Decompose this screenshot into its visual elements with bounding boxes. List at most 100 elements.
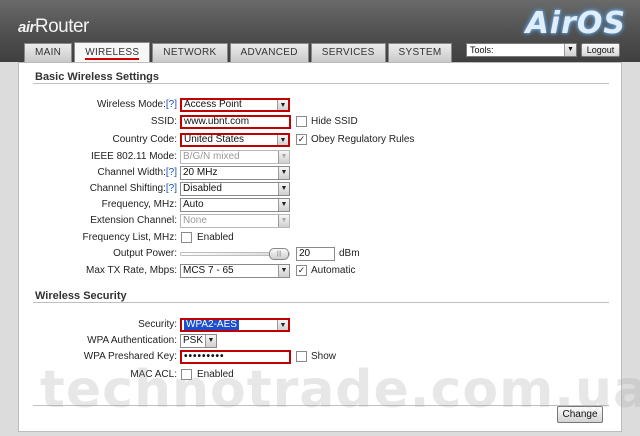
- chevron-down-icon[interactable]: ▼: [277, 135, 288, 145]
- ieee-mode-select[interactable]: B/G/N mixed ▼: [180, 150, 290, 164]
- max-tx-rate-select[interactable]: MCS 7 - 65 ▼: [180, 264, 290, 278]
- row-country-code: Country Code: United States ▼ ✓ Obey Reg…: [19, 133, 623, 147]
- frequency-list-label: Frequency List, MHz:: [82, 232, 177, 243]
- tab-wireless[interactable]: WIRELESS: [74, 42, 151, 62]
- extension-channel-select[interactable]: None ▼: [180, 214, 290, 228]
- obey-regulatory-label: Obey Regulatory Rules: [311, 134, 415, 145]
- tab-label: ADVANCED: [240, 47, 298, 58]
- tab-network[interactable]: NETWORK: [152, 43, 228, 62]
- chevron-down-icon[interactable]: ▼: [278, 151, 289, 163]
- airos-logo: AirOS: [525, 6, 626, 41]
- row-channel-shifting: Channel Shifting:[?] Disabled ▼: [19, 182, 623, 196]
- select-value: Disabled: [183, 183, 222, 194]
- section-divider: [33, 405, 609, 406]
- tab-system[interactable]: SYSTEM: [387, 43, 453, 62]
- logout-button[interactable]: Logout: [581, 43, 620, 57]
- tab-label: WIRELESS: [85, 47, 140, 60]
- header-bar: airRouter AirOS MAIN WIRELESS NETWORK AD…: [0, 0, 640, 62]
- output-power-input[interactable]: 20: [296, 247, 335, 261]
- row-wpa-auth: WPA Authentication: PSK ▼: [19, 334, 623, 348]
- select-value: 20 MHz: [183, 167, 218, 178]
- output-power-unit: dBm: [339, 248, 360, 259]
- tab-advanced[interactable]: ADVANCED: [229, 43, 309, 62]
- row-wpa-psk: WPA Preshared Key: ••••••••• Show: [19, 350, 623, 364]
- frequency-list-checkbox[interactable]: [181, 232, 192, 243]
- row-mac-acl: MAC ACL: Enabled: [19, 368, 623, 382]
- row-ssid: SSID: www.ubnt.com Hide SSID: [19, 115, 623, 129]
- obey-regulatory-checkbox[interactable]: ✓: [296, 134, 307, 145]
- chevron-down-icon[interactable]: ▼: [277, 320, 288, 330]
- help-link[interactable]: [?]: [166, 99, 177, 110]
- help-link[interactable]: [?]: [166, 183, 177, 194]
- channel-shifting-select[interactable]: Disabled ▼: [180, 182, 290, 196]
- tab-label: SERVICES: [321, 47, 375, 58]
- frequency-label: Frequency, MHz:: [101, 199, 177, 210]
- hide-ssid-label: Hide SSID: [311, 116, 358, 127]
- row-output-power: Output Power: ||| 20 dBm: [19, 247, 623, 261]
- tab-bar: MAIN WIRELESS NETWORK ADVANCED SERVICES …: [24, 42, 454, 62]
- automatic-checkbox[interactable]: ✓: [296, 265, 307, 276]
- channel-shifting-label: Channel Shifting:[?]: [90, 182, 177, 196]
- wpa-auth-label: WPA Authentication:: [87, 335, 177, 346]
- row-extension-channel: Extension Channel: None ▼: [19, 214, 623, 228]
- tab-label: SYSTEM: [398, 47, 442, 58]
- wireless-mode-label: Wireless Mode:[?]: [97, 98, 177, 112]
- tab-services[interactable]: SERVICES: [310, 43, 386, 62]
- tab-label: MAIN: [35, 47, 62, 58]
- show-key-checkbox[interactable]: [296, 351, 307, 362]
- row-channel-width: Channel Width:[?] 20 MHz ▼: [19, 166, 623, 180]
- mac-acl-checkbox[interactable]: [181, 369, 192, 380]
- show-key-label: Show: [311, 351, 337, 362]
- wireless-mode-select[interactable]: Access Point ▼: [180, 98, 290, 112]
- security-select[interactable]: WPA2-AES ▼: [180, 318, 290, 332]
- hide-ssid-checkbox[interactable]: [296, 116, 307, 127]
- row-wireless-mode: Wireless Mode:[?] Access Point ▼: [19, 98, 623, 112]
- chevron-down-icon[interactable]: ▼: [278, 199, 289, 211]
- wpa-psk-input[interactable]: •••••••••: [180, 350, 291, 364]
- help-link[interactable]: [?]: [166, 167, 177, 178]
- tab-label: NETWORK: [163, 47, 217, 58]
- label-text: Channel Shifting:: [89, 183, 166, 194]
- slider-handle[interactable]: |||: [269, 248, 289, 260]
- ssid-label: SSID:: [150, 116, 177, 127]
- security-label: Security:: [138, 319, 177, 330]
- chevron-down-icon[interactable]: ▼: [278, 265, 289, 277]
- row-frequency-list: Frequency List, MHz: Enabled: [19, 231, 623, 245]
- mac-acl-label: MAC ACL:: [130, 369, 177, 380]
- country-code-label: Country Code:: [112, 134, 177, 145]
- wpa-auth-select[interactable]: PSK ▼: [180, 334, 217, 348]
- channel-width-select[interactable]: 20 MHz ▼: [180, 166, 290, 180]
- ssid-input[interactable]: www.ubnt.com: [180, 115, 291, 129]
- chevron-down-icon[interactable]: ▼: [278, 215, 289, 227]
- country-code-select[interactable]: United States ▼: [180, 133, 290, 147]
- chevron-down-icon[interactable]: ▼: [278, 183, 289, 195]
- ieee-mode-label: IEEE 802.11 Mode:: [91, 151, 177, 162]
- select-value: WPA2-AES: [184, 319, 239, 330]
- row-max-tx-rate: Max TX Rate, Mbps: MCS 7 - 65 ▼ ✓ Automa…: [19, 264, 623, 278]
- tools-value: Tools:: [470, 45, 494, 55]
- select-value: MCS 7 - 65: [183, 265, 234, 276]
- automatic-label: Automatic: [311, 265, 356, 276]
- chevron-down-icon[interactable]: ▼: [564, 44, 576, 56]
- select-value: PSK: [183, 335, 204, 346]
- chevron-down-icon[interactable]: ▼: [205, 335, 216, 347]
- brand-suffix: Router: [34, 16, 90, 37]
- output-power-label: Output Power:: [113, 248, 177, 259]
- label-text: Channel Width:: [97, 167, 166, 178]
- frequency-select[interactable]: Auto ▼: [180, 198, 290, 212]
- wpa-psk-label: WPA Preshared Key:: [83, 351, 177, 362]
- frequency-list-enabled-label: Enabled: [197, 232, 234, 243]
- output-power-slider[interactable]: |||: [180, 248, 290, 260]
- tab-main[interactable]: MAIN: [24, 43, 73, 62]
- tools-select[interactable]: Tools: ▼: [466, 43, 577, 57]
- change-button[interactable]: Change: [557, 406, 603, 423]
- select-value: Access Point: [184, 99, 242, 110]
- max-tx-rate-label: Max TX Rate, Mbps:: [86, 265, 177, 276]
- select-value: United States: [184, 134, 245, 145]
- channel-width-label: Channel Width:[?]: [98, 166, 178, 180]
- brand-logo: airRouter: [18, 16, 89, 38]
- extension-channel-label: Extension Channel:: [90, 215, 177, 226]
- chevron-down-icon[interactable]: ▼: [277, 100, 288, 110]
- chevron-down-icon[interactable]: ▼: [278, 167, 289, 179]
- row-frequency: Frequency, MHz: Auto ▼: [19, 198, 623, 212]
